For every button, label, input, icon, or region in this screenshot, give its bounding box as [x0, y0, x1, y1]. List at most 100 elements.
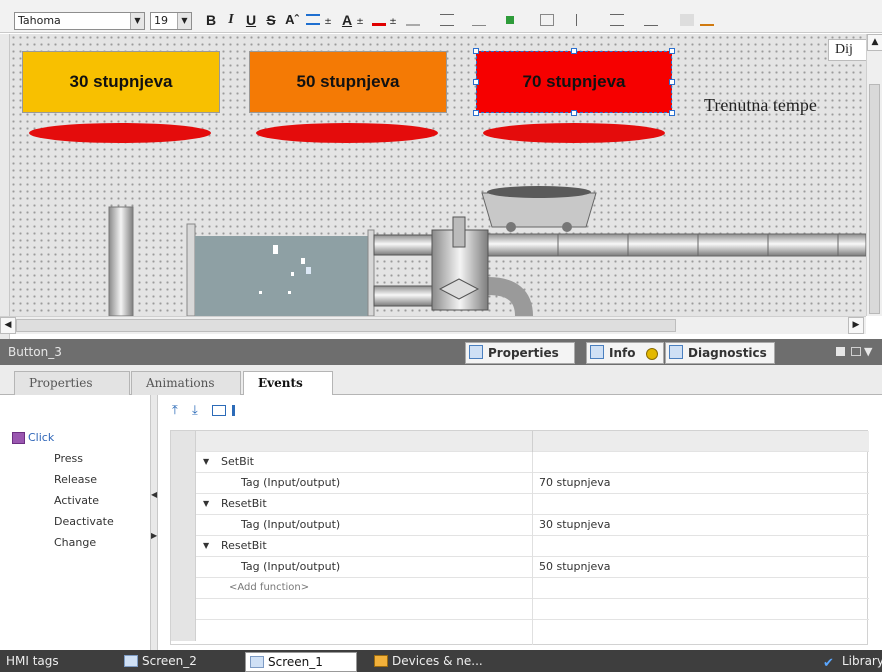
- event-release[interactable]: Release: [54, 470, 97, 490]
- chevron-down-icon[interactable]: ▼: [130, 13, 144, 29]
- event-click[interactable]: Click: [12, 428, 54, 448]
- chevron-down-icon[interactable]: ±: [388, 12, 398, 32]
- group-icon[interactable]: [540, 14, 554, 26]
- line-color-icon[interactable]: [406, 14, 420, 26]
- task-screen-2[interactable]: Screen_2: [120, 652, 230, 672]
- row-stub: [171, 473, 196, 494]
- underline-button[interactable]: U: [244, 10, 258, 30]
- event-press[interactable]: Press: [54, 449, 83, 469]
- subtab-properties[interactable]: Properties: [14, 371, 130, 395]
- table-row[interactable]: Tag (Input/output) 50 stupnjeva: [171, 557, 869, 578]
- grid-header-stub: [171, 431, 196, 452]
- tab-properties[interactable]: Properties: [465, 342, 575, 364]
- vertical-scrollbar[interactable]: ▲: [866, 34, 882, 316]
- screen-icon: [250, 656, 264, 668]
- italic-button[interactable]: I: [224, 10, 238, 30]
- pane-splitter[interactable]: ◀ ▶: [150, 395, 158, 650]
- param-value[interactable]: 50 stupnjeva: [539, 557, 611, 578]
- move-up-icon[interactable]: ⤒: [172, 403, 178, 418]
- expand-all-icon[interactable]: [212, 405, 226, 416]
- subtab-events[interactable]: Events: [243, 371, 333, 396]
- table-row[interactable]: ▼ SetBit: [171, 452, 869, 473]
- chevron-down-icon[interactable]: ±: [355, 12, 365, 32]
- expand-arrow-icon[interactable]: ▼: [203, 536, 209, 557]
- chevron-down-icon[interactable]: ±: [323, 12, 333, 32]
- horizontal-scrollbar[interactable]: ◀ ▶: [0, 316, 866, 334]
- format-painter-icon[interactable]: [680, 14, 694, 26]
- expand-arrow-icon[interactable]: ▼: [203, 452, 209, 473]
- info-warning-icon: [646, 348, 658, 360]
- table-row: [171, 599, 869, 620]
- strikethrough-button[interactable]: S: [264, 10, 278, 30]
- scrollbar-thumb[interactable]: [16, 319, 676, 332]
- coal-wagon[interactable]: [481, 186, 597, 232]
- hmi-screen-canvas[interactable]: 30 stupnjeva 50 stupnjeva 70 stupnjeva T…: [10, 34, 866, 316]
- inspector-header: Button_3 Properties Info Diagnostics ▼: [0, 339, 882, 365]
- event-deactivate[interactable]: Deactivate: [54, 512, 114, 532]
- styles-icon[interactable]: [700, 14, 714, 26]
- font-family-value: Tahoma: [18, 14, 61, 27]
- table-row[interactable]: ▼ ResetBit: [171, 494, 869, 515]
- task-hmi-tags[interactable]: HMI tags: [0, 652, 110, 672]
- event-activate[interactable]: Activate: [54, 491, 99, 511]
- task-screen-1[interactable]: Screen_1: [245, 652, 357, 672]
- expand-arrow-icon[interactable]: ▼: [203, 494, 209, 515]
- bold-button[interactable]: B: [204, 10, 218, 30]
- add-function-row[interactable]: <Add function>: [171, 578, 869, 599]
- font-color-button[interactable]: A: [340, 10, 354, 30]
- format-toolbar: Tahoma ▼ 19 ▼ B I U S Aˆ ± A ± ±: [0, 0, 882, 33]
- selected-object-name: Button_3: [8, 345, 62, 359]
- task-devices-networks[interactable]: Devices & ne...: [370, 652, 490, 672]
- align-left-icon[interactable]: [440, 14, 454, 26]
- same-size-icon[interactable]: [644, 14, 658, 26]
- fill-color-icon[interactable]: [372, 14, 386, 26]
- font-size-select[interactable]: 19 ▼: [150, 12, 192, 30]
- splitter-arrow-icon[interactable]: ◀: [151, 490, 157, 499]
- row-stub: [171, 578, 196, 599]
- splitter-arrow-icon[interactable]: ▶: [151, 531, 157, 540]
- scrollbar-thumb[interactable]: [869, 84, 880, 314]
- font-family-select[interactable]: Tahoma ▼: [14, 12, 145, 30]
- inspector-subtabs: Properties Animations Events: [0, 365, 882, 396]
- line-style-icon[interactable]: [472, 14, 486, 26]
- table-row[interactable]: ▼ ResetBit: [171, 536, 869, 557]
- row-stub: [171, 494, 196, 515]
- superscript-button[interactable]: Aˆ: [281, 10, 303, 30]
- collapse-all-icon[interactable]: [232, 405, 246, 416]
- process-graphics: [108, 186, 866, 316]
- event-change[interactable]: Change: [54, 533, 96, 553]
- function-name: ResetBit: [221, 497, 267, 510]
- add-function-placeholder[interactable]: <Add function>: [229, 578, 309, 599]
- align-icon[interactable]: [306, 14, 320, 25]
- vertical-column: [108, 206, 134, 316]
- scroll-up-icon[interactable]: ▲: [867, 34, 882, 51]
- table-row[interactable]: Tag (Input/output) 70 stupnjeva: [171, 473, 869, 494]
- function-name: ResetBit: [221, 539, 267, 552]
- maximize-window-icon[interactable]: [851, 347, 861, 356]
- param-name: Tag (Input/output): [241, 476, 341, 489]
- scroll-right-icon[interactable]: ▶: [848, 317, 864, 334]
- bring-forward-icon[interactable]: [506, 16, 514, 24]
- scroll-left-icon[interactable]: ◀: [0, 317, 16, 334]
- param-value[interactable]: 30 stupnjeva: [539, 515, 611, 536]
- align-objects-icon[interactable]: [576, 14, 590, 26]
- tab-diagnostics[interactable]: Diagnostics: [665, 342, 775, 364]
- task-library[interactable]: ✔ Library: [820, 652, 882, 672]
- table-row[interactable]: Tag (Input/output) 30 stupnjeva: [171, 515, 869, 536]
- subtab-animations[interactable]: Animations: [131, 371, 241, 395]
- water-tank[interactable]: [186, 223, 375, 316]
- column-separator: [532, 452, 533, 645]
- table-row: [171, 620, 869, 641]
- param-name: Tag (Input/output): [241, 560, 341, 573]
- restore-window-icon[interactable]: [836, 347, 845, 356]
- chevron-down-icon[interactable]: ▼: [177, 13, 191, 29]
- param-value[interactable]: 70 stupnjeva: [539, 473, 611, 494]
- move-down-icon[interactable]: ⤓: [192, 403, 198, 418]
- properties-icon: [469, 345, 483, 359]
- grid-header-row: [171, 431, 869, 452]
- distribute-icon[interactable]: [610, 14, 624, 26]
- param-name: Tag (Input/output): [241, 518, 341, 531]
- pump-mixer[interactable]: [431, 216, 489, 311]
- collapse-panel-icon[interactable]: ▼: [864, 345, 872, 358]
- function-list-grid: ▼ SetBit Tag (Input/output) 70 stupnjeva…: [170, 430, 869, 645]
